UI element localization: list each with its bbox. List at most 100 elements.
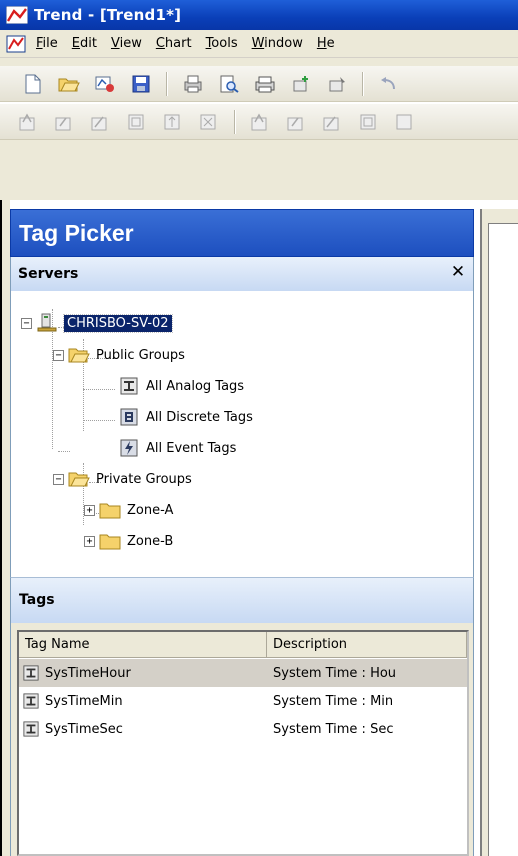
discrete-tag-icon <box>118 407 140 427</box>
analog-tag-icon <box>23 693 39 709</box>
tree-connector <box>58 451 70 452</box>
chart-area[interactable] <box>488 223 518 856</box>
analog-tag-icon <box>118 376 140 396</box>
analog-tag-icon <box>23 721 39 737</box>
tags-column-headers: Tag Name Description <box>19 632 467 658</box>
server-tree: − CHRISBO-SV-02 − Public Groups All Anal… <box>10 291 474 577</box>
collapse-toggle[interactable]: − <box>53 349 64 361</box>
menu-view[interactable]: View <box>111 36 142 51</box>
window-left-border <box>0 200 10 856</box>
trend-scale-icon[interactable] <box>90 111 112 133</box>
tree-label: Zone-A <box>127 502 174 518</box>
tags-label: Tags <box>19 592 55 608</box>
toolbar-separator <box>234 109 236 134</box>
tags-panel: Tag Name Description SysTimeHour System … <box>10 623 474 856</box>
title-bar: Trend - [Trend1*] <box>0 0 518 30</box>
tag-name-cell: SysTimeSec <box>19 721 267 737</box>
tag-name: SysTimeSec <box>45 721 123 737</box>
open-icon[interactable] <box>58 73 80 95</box>
event-tag-icon <box>118 438 140 458</box>
servers-section-header: Servers ✕ <box>10 257 474 291</box>
save-icon[interactable] <box>130 73 152 95</box>
tag-name-cell: SysTimeMin <box>19 693 267 709</box>
tree-label: All Event Tags <box>146 440 237 456</box>
trend-compress-icon[interactable] <box>198 111 220 133</box>
column-header-description[interactable]: Description <box>267 632 467 658</box>
trend-zoom2-icon[interactable] <box>286 111 308 133</box>
tag-description: System Time : Min <box>273 693 394 709</box>
table-row[interactable]: SysTimeHour System Time : Hou <box>19 659 467 687</box>
server-name: CHRISBO-SV-02 <box>63 313 173 333</box>
toolbar-separator <box>166 71 168 96</box>
trend-fit2-icon[interactable] <box>358 111 380 133</box>
servers-label: Servers <box>18 266 79 282</box>
tree-item-private-groups[interactable]: − Private Groups <box>53 468 192 490</box>
tag-name: SysTimeHour <box>45 665 131 681</box>
toolbar-dock-area <box>0 140 518 200</box>
trend-app-icon[interactable] <box>6 6 28 24</box>
tree-connector <box>83 389 115 390</box>
document-icon[interactable] <box>6 35 26 53</box>
menu-window[interactable]: Window <box>252 36 303 51</box>
window-title: Trend - [Trend1*] <box>34 6 182 24</box>
trend-up2-icon[interactable] <box>250 111 272 133</box>
tree-label: All Analog Tags <box>146 378 245 394</box>
trend-more-icon[interactable] <box>394 111 416 133</box>
print-preview-icon[interactable] <box>218 73 240 95</box>
menu-bar: File Edit View Chart Tools Window He <box>0 30 518 58</box>
standard-toolbar <box>0 66 518 102</box>
tree-item-all-discrete-tags[interactable]: All Discrete Tags <box>114 406 253 428</box>
toolbar-separator <box>362 71 364 96</box>
expand-toggle[interactable]: + <box>84 504 95 516</box>
tree-item-zone-a[interactable]: + Zone-A <box>84 499 173 521</box>
trend-scale2-icon[interactable] <box>322 111 344 133</box>
tree-item-server[interactable]: − CHRISBO-SV-02 <box>21 312 173 334</box>
add-tag-icon[interactable] <box>290 73 312 95</box>
tag-picker-pane: Tag Picker Servers ✕ − CHRISBO-SV-02 − P… <box>10 209 474 856</box>
open-folder-icon <box>68 469 90 489</box>
trend-up-icon[interactable] <box>18 111 40 133</box>
menu-tools[interactable]: Tools <box>206 36 238 51</box>
print-icon[interactable] <box>182 73 204 95</box>
column-header-tag-name[interactable]: Tag Name <box>19 632 267 658</box>
expand-toggle[interactable]: + <box>84 535 95 547</box>
analog-tag-icon <box>23 665 39 681</box>
collapse-toggle[interactable]: − <box>53 473 64 485</box>
tree-item-public-groups[interactable]: − Public Groups <box>53 344 185 366</box>
trend-zoom-icon[interactable] <box>54 111 76 133</box>
undo-icon[interactable] <box>378 73 400 95</box>
toolbar-spacer <box>0 58 518 66</box>
printer-icon[interactable] <box>254 73 276 95</box>
table-row[interactable]: SysTimeMin System Time : Min <box>19 687 467 715</box>
folder-icon <box>99 500 121 520</box>
menu-edit[interactable]: Edit <box>72 36 97 51</box>
tree-item-all-event-tags[interactable]: All Event Tags <box>114 437 236 459</box>
tag-name: SysTimeMin <box>45 693 123 709</box>
server-computer-icon <box>36 313 58 333</box>
menu-help[interactable]: He <box>317 36 335 51</box>
tag-picker-title: Tag Picker <box>10 209 474 257</box>
menu-file[interactable]: File <box>36 36 58 51</box>
trend-fit-icon[interactable] <box>126 111 148 133</box>
tags-list: Tag Name Description SysTimeHour System … <box>17 630 469 856</box>
tree-connector <box>83 420 115 421</box>
folder-icon <box>99 531 121 551</box>
table-row[interactable]: SysTimeSec System Time : Sec <box>19 715 467 743</box>
trend-pan-icon[interactable] <box>162 111 184 133</box>
trend-toolbar <box>0 104 518 140</box>
tree-label: Public Groups <box>96 347 185 363</box>
close-icon[interactable]: ✕ <box>449 263 467 281</box>
tag-name-cell: SysTimeHour <box>19 665 267 681</box>
tree-item-zone-b[interactable]: + Zone-B <box>84 530 173 552</box>
collapse-toggle[interactable]: − <box>21 317 32 329</box>
tag-props-icon[interactable] <box>326 73 348 95</box>
open-folder-icon <box>68 345 90 365</box>
trend-chart-pane <box>480 209 518 856</box>
open-tag-icon[interactable] <box>94 73 116 95</box>
menu-chart[interactable]: Chart <box>156 36 192 51</box>
tree-item-all-analog-tags[interactable]: All Analog Tags <box>114 375 244 397</box>
new-icon[interactable] <box>22 73 44 95</box>
tree-label: All Discrete Tags <box>146 409 253 425</box>
tag-description: System Time : Hou <box>273 665 397 681</box>
tree-label: Private Groups <box>96 471 192 487</box>
